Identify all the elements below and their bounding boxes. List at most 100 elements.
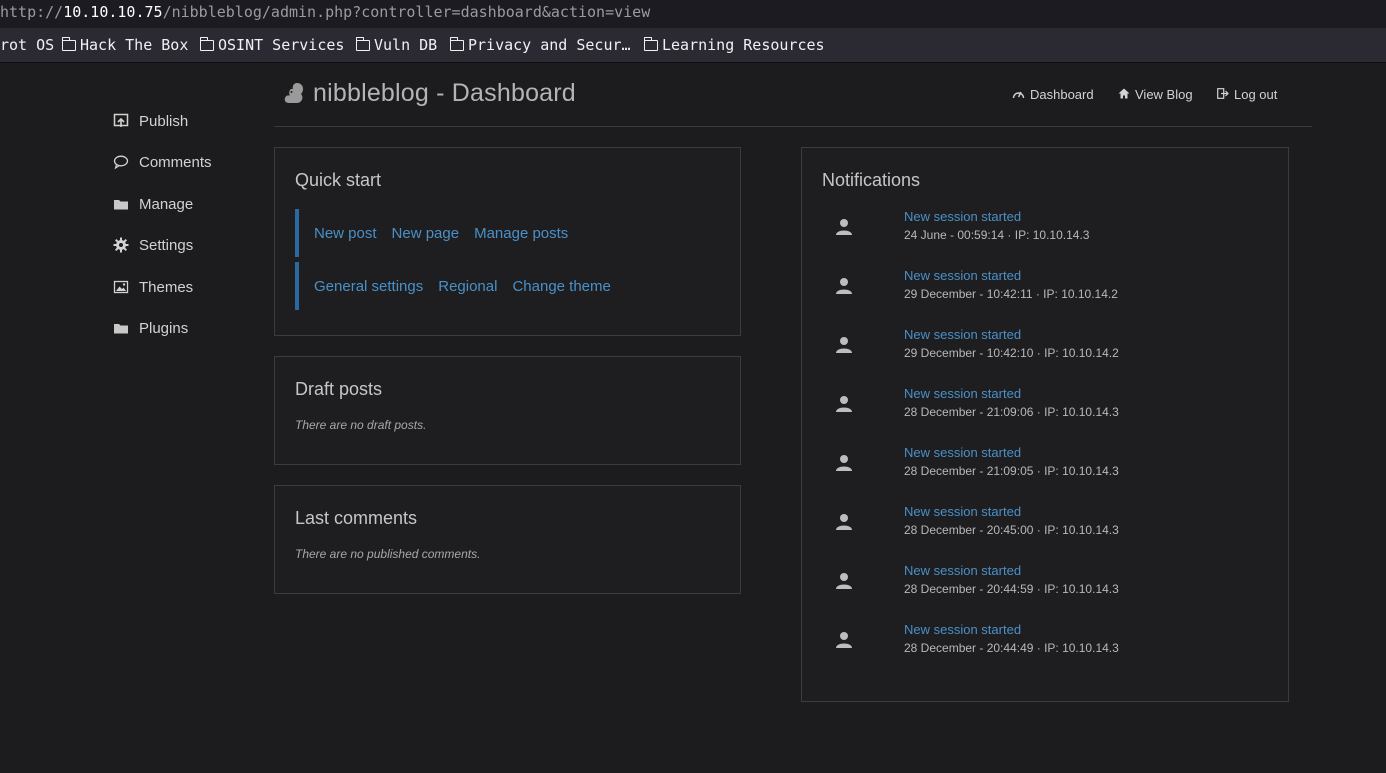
notification-meta: 28 December - 20:44:49 · IP: 10.10.14.3: [904, 641, 1119, 655]
home-icon: [1118, 88, 1130, 102]
sidebar-item-themes[interactable]: Themes: [113, 275, 193, 299]
draft-posts-title: Draft posts: [295, 379, 383, 399]
sidebar-item-label: Themes: [139, 278, 194, 296]
image-icon: [113, 279, 129, 295]
notification-link[interactable]: New session started: [904, 504, 1021, 519]
last-comments-panel: Last comments There are no published com…: [274, 485, 741, 594]
url-path: /nibbleblog/admin.php?controller=dashboa…: [162, 3, 651, 21]
notification-link[interactable]: New session started: [904, 386, 1021, 401]
notification-item: New session started 28 December - 21:09:…: [834, 386, 1254, 430]
notification-link[interactable]: New session started: [904, 445, 1021, 460]
change-theme-link[interactable]: Change theme: [512, 278, 610, 295]
user-icon: [834, 571, 854, 591]
sidebar-item-plugins[interactable]: Plugins: [113, 316, 188, 340]
gauge-icon: [1012, 88, 1025, 102]
nav-dashboard-link[interactable]: Dashboard: [1012, 87, 1094, 102]
notification-item: New session started 29 December - 10:42:…: [834, 327, 1254, 371]
sidebar-item-label: Manage: [139, 195, 194, 213]
notification-link[interactable]: New session started: [904, 209, 1021, 224]
general-settings-link[interactable]: General settings: [314, 278, 423, 295]
last-comments-title: Last comments: [295, 508, 418, 528]
sidebar-item-publish[interactable]: Publish: [113, 109, 188, 133]
bookmark-label: Vuln DB: [374, 36, 438, 54]
user-icon: [834, 630, 854, 650]
notification-meta: 29 December - 10:42:10 · IP: 10.10.14.2: [904, 346, 1119, 360]
bookmark-label: rot OS: [0, 36, 55, 54]
user-icon: [834, 276, 854, 296]
user-icon: [834, 394, 854, 414]
page-content: Publish Comments Manage Settings Themes: [0, 63, 1386, 773]
sidebar-item-settings[interactable]: Settings: [113, 233, 193, 257]
quick-start-title: Quick start: [295, 170, 382, 190]
nav-view-blog-link[interactable]: View Blog: [1118, 87, 1193, 102]
user-icon: [834, 335, 854, 355]
bookmark-label: OSINT Services: [218, 36, 345, 54]
bookmark-parrot-os[interactable]: rot OS: [0, 28, 54, 62]
folder-icon: [355, 36, 370, 51]
notification-meta: 28 December - 20:45:00 · IP: 10.10.14.3: [904, 523, 1119, 537]
notification-item: New session started 28 December - 20:44:…: [834, 563, 1254, 607]
folder-icon: [113, 196, 129, 212]
notification-meta: 29 December - 10:42:11 · IP: 10.10.14.2: [904, 287, 1118, 301]
sidebar-item-manage[interactable]: Manage: [113, 192, 193, 216]
bookmark-hack-the-box[interactable]: Hack The Box: [61, 28, 188, 62]
folder-icon: [449, 36, 464, 51]
folder-icon: [199, 36, 214, 51]
notification-link[interactable]: New session started: [904, 563, 1021, 578]
page-title: nibbleblog - Dashboard: [313, 79, 576, 107]
publish-icon: [113, 113, 129, 129]
notification-link[interactable]: New session started: [904, 268, 1021, 283]
gear-icon: [113, 237, 129, 253]
folder-icon: [113, 320, 129, 336]
folder-icon: [643, 36, 658, 51]
new-page-link[interactable]: New page: [392, 225, 460, 242]
sidebar-item-label: Comments: [139, 153, 212, 171]
notification-meta: 28 December - 21:09:05 · IP: 10.10.14.3: [904, 464, 1119, 478]
notification-meta: 28 December - 21:09:06 · IP: 10.10.14.3: [904, 405, 1119, 419]
comment-icon: [113, 154, 129, 170]
url-prefix: http://: [0, 3, 64, 21]
url-host: 10.10.10.75: [63, 3, 163, 21]
squirrel-logo-icon: [283, 81, 305, 107]
nav-label: View Blog: [1135, 87, 1193, 102]
notification-link[interactable]: New session started: [904, 622, 1021, 637]
user-icon: [834, 453, 854, 473]
bookmark-osint-services[interactable]: OSINT Services: [199, 28, 345, 62]
user-icon: [834, 217, 854, 237]
bookmark-label: Privacy and Secur…: [468, 36, 631, 54]
bookmark-vuln-db[interactable]: Vuln DB: [355, 28, 438, 62]
notifications-title: Notifications: [822, 170, 921, 190]
draft-posts-empty-message: There are no draft posts.: [295, 418, 427, 432]
logout-icon: [1217, 87, 1229, 102]
sidebar-item-label: Settings: [139, 236, 194, 254]
notification-item: New session started 29 December - 10:42:…: [834, 268, 1254, 312]
notification-meta: 24 June - 00:59:14 · IP: 10.10.14.3: [904, 228, 1090, 242]
new-post-link[interactable]: New post: [314, 225, 377, 242]
notification-item: New session started 28 December - 21:09:…: [834, 445, 1254, 489]
nav-log-out-link[interactable]: Log out: [1217, 87, 1277, 102]
notification-item: New session started 28 December - 20:44:…: [834, 622, 1254, 666]
draft-posts-panel: Draft posts There are no draft posts.: [274, 356, 741, 465]
quick-start-panel: Quick start New post New page Manage pos…: [274, 147, 741, 336]
nav-label: Dashboard: [1030, 87, 1094, 102]
regional-link[interactable]: Regional: [438, 278, 497, 295]
quick-start-row-content: New post New page Manage posts: [295, 209, 719, 257]
notifications-panel: Notifications New session started 24 Jun…: [801, 147, 1289, 702]
bookmark-learning-resources[interactable]: Learning Resources: [643, 28, 825, 62]
sidebar-item-comments[interactable]: Comments: [113, 150, 212, 174]
notification-meta: 28 December - 20:44:59 · IP: 10.10.14.3: [904, 582, 1119, 596]
header-divider: [274, 126, 1312, 127]
notification-link[interactable]: New session started: [904, 327, 1021, 342]
sidebar-item-label: Publish: [139, 112, 189, 130]
notification-item: New session started 28 December - 20:45:…: [834, 504, 1254, 548]
page-header: nibbleblog - Dashboard: [283, 79, 576, 108]
url-bar[interactable]: http://10.10.10.75/nibbleblog/admin.php?…: [0, 0, 1386, 28]
bookmark-privacy-and-security[interactable]: Privacy and Secur…: [449, 28, 631, 62]
user-icon: [834, 512, 854, 532]
manage-posts-link[interactable]: Manage posts: [474, 225, 568, 242]
quick-start-row-settings: General settings Regional Change theme: [295, 262, 719, 310]
folder-icon: [61, 36, 76, 51]
bookmark-label: Learning Resources: [662, 36, 825, 54]
notification-item: New session started 24 June - 00:59:14 ·…: [834, 209, 1254, 253]
bookmarks-bar: rot OS Hack The Box OSINT Services Vuln …: [0, 28, 1386, 63]
